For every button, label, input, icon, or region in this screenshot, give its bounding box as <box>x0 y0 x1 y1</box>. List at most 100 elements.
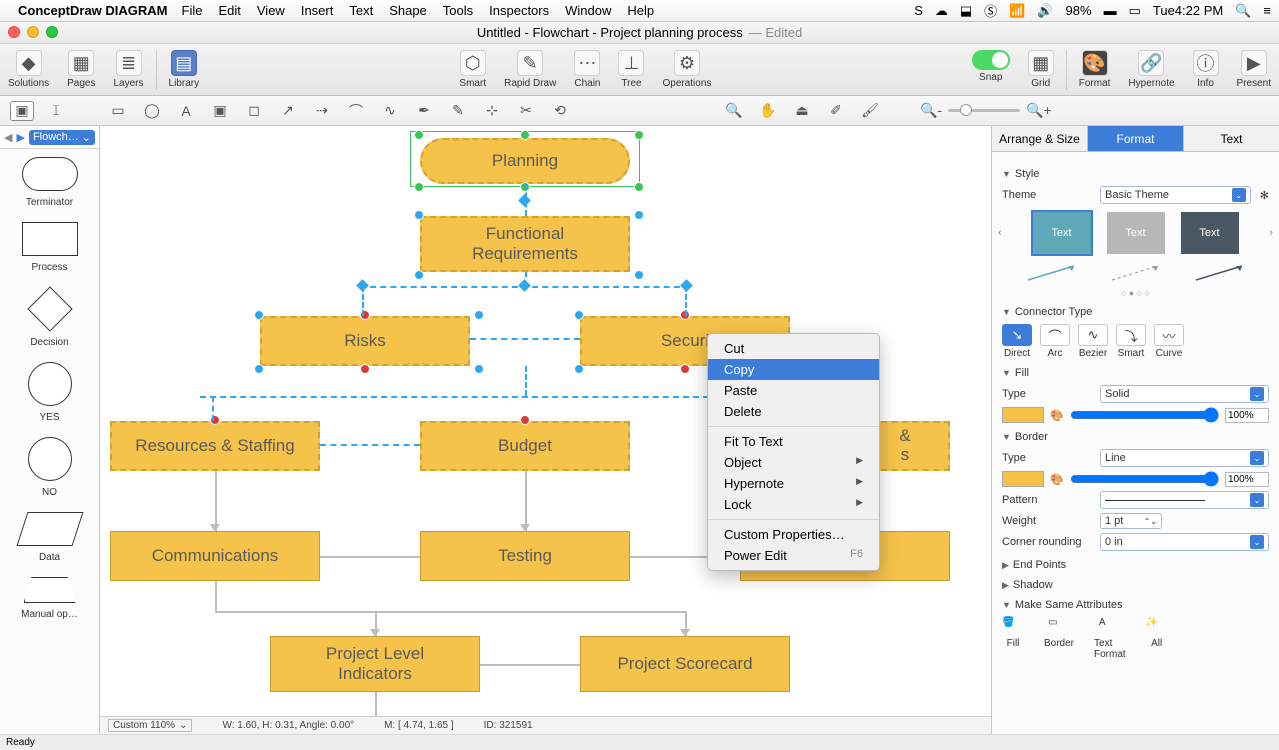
theme-sample-2[interactable]: Text <box>1107 212 1165 254</box>
border-opacity-slider[interactable] <box>1070 471 1219 487</box>
sel-handle[interactable] <box>574 310 584 320</box>
msa-all[interactable]: ✨All <box>1146 617 1168 660</box>
app-name[interactable]: ConceptDraw DIAGRAM <box>18 3 168 18</box>
battery-icon[interactable]: ▬ <box>1104 3 1117 18</box>
pattern-select[interactable]: ⌄ <box>1100 491 1269 509</box>
eyedropper-tool[interactable]: ✐ <box>824 101 848 121</box>
theme-pager[interactable]: ○ ● ○ ○ <box>1002 288 1269 298</box>
info-button[interactable]: ⓘInfo <box>1193 50 1219 89</box>
ctx-cut[interactable]: Cut <box>708 338 879 359</box>
sel-handle[interactable] <box>474 310 484 320</box>
sel-handle[interactable] <box>634 210 644 220</box>
freehand-tool[interactable]: ✎ <box>446 101 470 121</box>
node-risks[interactable]: Risks <box>260 316 470 366</box>
border-color-swatch[interactable] <box>1002 471 1044 487</box>
battery-pct[interactable]: 98% <box>1066 3 1092 18</box>
canvas[interactable]: Planning Functional Requirements Risks S… <box>100 126 991 716</box>
section-fill[interactable]: Fill <box>1002 367 1269 379</box>
section-border[interactable]: Border <box>1002 431 1269 443</box>
connector[interactable] <box>212 396 214 421</box>
flag-icon[interactable]: ▭ <box>1129 3 1141 19</box>
day[interactable]: Tue <box>1153 3 1175 18</box>
connector[interactable] <box>215 471 217 531</box>
section-shadow[interactable]: Shadow <box>1002 579 1269 591</box>
node-pli[interactable]: Project Level Indicators <box>270 636 480 692</box>
chain-button[interactable]: ⋯Chain <box>574 50 600 89</box>
node-comms[interactable]: Communications <box>110 531 320 581</box>
section-endpoints[interactable]: End Points <box>1002 559 1269 571</box>
crop-tool[interactable]: ✂ <box>514 101 538 121</box>
connector[interactable] <box>215 611 685 613</box>
stamp-tool[interactable]: ⏏ <box>790 101 814 121</box>
stencil-dropdown[interactable]: Flowch…⌄ <box>29 130 95 145</box>
connector[interactable] <box>375 692 377 716</box>
conn-direct[interactable]: ↘Direct <box>1002 324 1032 359</box>
hand-tool[interactable]: ✋ <box>756 101 780 121</box>
connector[interactable] <box>525 366 527 396</box>
conn-arc[interactable]: ⌒Arc <box>1040 324 1070 359</box>
smart-button[interactable]: ⬡Smart <box>459 50 486 89</box>
wifi-icon[interactable]: 📶 <box>1009 3 1025 19</box>
border-type-select[interactable]: Line⌄ <box>1100 449 1269 467</box>
sel-handle[interactable] <box>520 415 530 425</box>
ctx-copy[interactable]: Copy <box>708 359 879 380</box>
sel-handle[interactable] <box>634 182 644 192</box>
hypernote-button[interactable]: 🔗Hypernote <box>1128 50 1174 89</box>
menu-tools[interactable]: Tools <box>443 3 473 18</box>
weight-input[interactable]: 1 pt⌃⌄ <box>1100 513 1162 529</box>
ctx-power-edit[interactable]: Power EditF6 <box>708 545 879 566</box>
volume-icon[interactable]: 🔊 <box>1037 3 1053 19</box>
connector[interactable] <box>215 581 217 611</box>
conn-curve[interactable]: 〰Curve <box>1154 324 1184 359</box>
conn-bezier[interactable]: ∿Bezier <box>1078 324 1108 359</box>
text-cursor-tool[interactable]: 𝙸 <box>44 101 68 121</box>
ctx-hypernote[interactable]: Hypernote <box>708 473 879 494</box>
connector[interactable] <box>320 556 420 558</box>
pointer-tool[interactable]: ▣ <box>10 101 34 121</box>
arrow-style-3[interactable] <box>1192 262 1248 284</box>
corner-rounding-select[interactable]: 0 in⌄ <box>1100 533 1269 551</box>
sel-handle[interactable] <box>680 364 690 374</box>
sel-handle[interactable] <box>634 130 644 140</box>
cloud-icon[interactable]: ☁ <box>935 3 948 19</box>
stencil-back-button[interactable]: ◀ <box>4 131 12 144</box>
line-tool[interactable]: ↗ <box>276 101 300 121</box>
ctx-lock[interactable]: Lock <box>708 494 879 515</box>
pen-tool[interactable]: ✒ <box>412 101 436 121</box>
fill-opacity-slider[interactable] <box>1070 407 1219 423</box>
section-connector[interactable]: Connector Type <box>1002 306 1269 318</box>
sel-handle[interactable] <box>360 364 370 374</box>
arrow-style-1[interactable] <box>1024 262 1080 284</box>
section-style[interactable]: Style <box>1002 168 1269 180</box>
sel-handle[interactable] <box>254 364 264 374</box>
menu-window[interactable]: Window <box>565 3 611 18</box>
rapid-draw-button[interactable]: ✎Rapid Draw <box>504 50 556 89</box>
node-testing[interactable]: Testing <box>420 531 630 581</box>
node-funcreq[interactable]: Functional Requirements <box>420 216 630 272</box>
ctx-delete[interactable]: Delete <box>708 401 879 422</box>
border-opacity-input[interactable] <box>1225 472 1269 487</box>
fill-color-swatch[interactable] <box>1002 407 1044 423</box>
msa-border[interactable]: ▭Border <box>1044 617 1074 660</box>
stencil-process[interactable]: Process <box>4 222 95 273</box>
menu-file[interactable]: File <box>182 3 203 18</box>
status-icon[interactable]: S <box>914 3 923 18</box>
ctx-custom-properties[interactable]: Custom Properties… <box>708 524 879 545</box>
fill-colorwheel-icon[interactable]: 🎨 <box>1050 409 1064 422</box>
stencil-manual op…[interactable]: Manual op… <box>4 577 95 620</box>
format-button[interactable]: 🎨Format <box>1079 50 1111 89</box>
tab-format[interactable]: Format <box>1088 126 1184 151</box>
menu-inspectors[interactable]: Inspectors <box>489 3 549 18</box>
skype-icon[interactable]: Ⓢ <box>984 1 997 20</box>
spotlight-icon[interactable]: 🔍 <box>1235 3 1251 19</box>
stencil-terminator[interactable]: Terminator <box>4 157 95 208</box>
paint-tool[interactable]: 🖌 <box>858 101 882 121</box>
stencil-decision[interactable]: Decision <box>4 287 95 348</box>
sel-handle[interactable] <box>474 364 484 374</box>
tab-arrange[interactable]: Arrange & Size <box>992 126 1088 151</box>
msa-fill[interactable]: 🪣Fill <box>1002 617 1024 660</box>
connector[interactable] <box>470 338 580 340</box>
zoom-in-icon[interactable]: 🔍+ <box>1026 102 1052 119</box>
textbox-tool[interactable]: ▣ <box>208 101 232 121</box>
zoom-slider[interactable]: 🔍- 🔍+ <box>920 102 1052 119</box>
